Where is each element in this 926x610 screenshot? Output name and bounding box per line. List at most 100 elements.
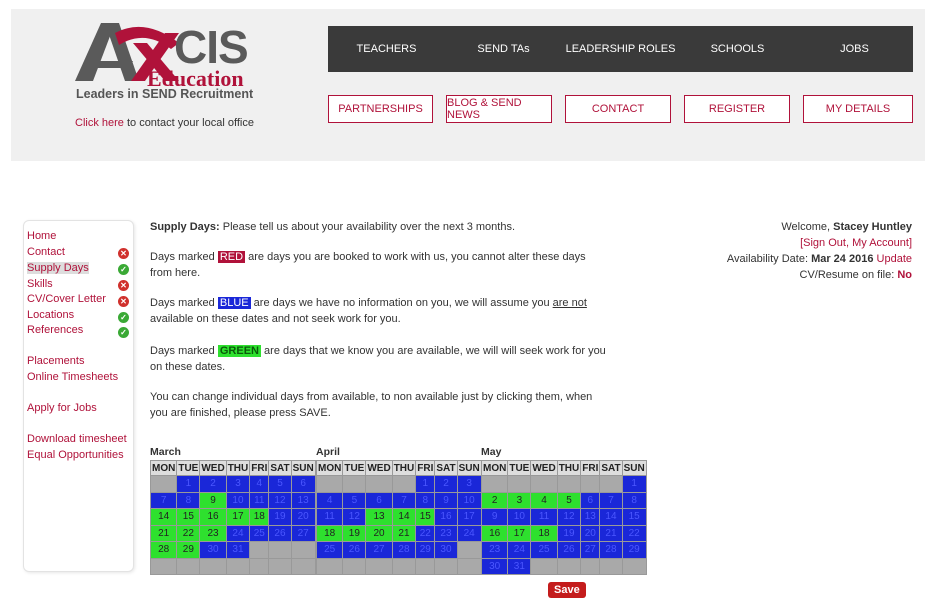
day-cell[interactable]: 25 — [249, 524, 270, 542]
day-cell[interactable]: 4 — [315, 491, 344, 509]
day-cell[interactable]: 27 — [580, 541, 601, 559]
sidebar-item-cv-cover-letter[interactable]: CV/Cover Letter — [27, 293, 106, 305]
day-cell[interactable]: 21 — [599, 524, 623, 542]
day-cell[interactable]: 3 — [456, 475, 482, 493]
day-cell[interactable]: 29 — [176, 541, 201, 559]
day-cell[interactable]: 8 — [621, 491, 647, 509]
day-cell[interactable]: 24 — [507, 541, 532, 559]
day-cell[interactable]: 10 — [456, 491, 482, 509]
day-cell[interactable]: 18 — [315, 524, 344, 542]
sign-out-link[interactable]: Sign Out — [803, 237, 846, 249]
day-cell[interactable]: 26 — [342, 541, 367, 559]
day-cell[interactable]: 22 — [621, 524, 647, 542]
day-cell[interactable]: 9 — [434, 491, 458, 509]
my-details-button[interactable]: MY DETAILS — [803, 95, 913, 123]
day-cell[interactable]: 5 — [268, 475, 292, 493]
day-cell[interactable]: 10 — [225, 491, 251, 509]
day-cell[interactable]: 9 — [199, 491, 227, 509]
day-cell[interactable]: 28 — [391, 541, 417, 559]
day-cell[interactable]: 16 — [199, 508, 227, 526]
day-cell[interactable]: 30 — [199, 541, 227, 559]
day-cell[interactable]: 8 — [415, 491, 436, 509]
sidebar-item-locations[interactable]: Locations — [27, 309, 74, 321]
day-cell[interactable]: 20 — [365, 524, 393, 542]
day-cell[interactable]: 13 — [290, 491, 316, 509]
day-cell[interactable]: 23 — [199, 524, 227, 542]
day-cell[interactable]: 2 — [434, 475, 458, 493]
day-cell[interactable]: 7 — [391, 491, 417, 509]
sidebar-item-supply-days[interactable]: Supply Days — [27, 262, 89, 274]
day-cell[interactable]: 15 — [176, 508, 201, 526]
day-cell[interactable]: 4 — [530, 491, 558, 509]
nav-leadership-roles[interactable]: LEADERSHIP ROLES — [562, 26, 679, 72]
contact-button[interactable]: CONTACT — [565, 95, 671, 123]
day-cell[interactable]: 13 — [580, 508, 601, 526]
day-cell[interactable]: 21 — [149, 524, 178, 542]
day-cell[interactable]: 1 — [415, 475, 436, 493]
day-cell[interactable]: 31 — [507, 557, 532, 575]
day-cell[interactable]: 14 — [599, 508, 623, 526]
day-cell[interactable]: 15 — [415, 508, 436, 526]
day-cell[interactable]: 17 — [456, 508, 482, 526]
day-cell[interactable]: 7 — [149, 491, 178, 509]
day-cell[interactable]: 19 — [268, 508, 292, 526]
day-cell[interactable]: 21 — [391, 524, 417, 542]
sidebar-item-contact[interactable]: Contact — [27, 246, 65, 258]
sidebar-item-references[interactable]: References — [27, 324, 83, 336]
my-account-link[interactable]: My Account — [852, 237, 909, 249]
register-button[interactable]: REGISTER — [684, 95, 790, 123]
day-cell[interactable]: 1 — [176, 475, 201, 493]
day-cell[interactable]: 2 — [480, 491, 509, 509]
day-cell[interactable]: 11 — [530, 508, 558, 526]
sidebar-item-download-timesheet[interactable]: Download timesheet — [27, 433, 127, 445]
day-cell[interactable]: 24 — [456, 524, 482, 542]
day-cell[interactable]: 27 — [365, 541, 393, 559]
day-cell[interactable]: 14 — [391, 508, 417, 526]
day-cell[interactable]: 23 — [434, 524, 458, 542]
day-cell[interactable]: 29 — [415, 541, 436, 559]
day-cell[interactable]: 29 — [621, 541, 647, 559]
day-cell[interactable]: 5 — [342, 491, 367, 509]
day-cell[interactable]: 6 — [580, 491, 601, 509]
sidebar-item-apply-for-jobs[interactable]: Apply for Jobs — [27, 402, 97, 414]
day-cell[interactable]: 17 — [225, 508, 251, 526]
sidebar-item-skills[interactable]: Skills — [27, 278, 53, 290]
day-cell[interactable]: 1 — [621, 475, 647, 493]
day-cell[interactable]: 11 — [249, 491, 270, 509]
day-cell[interactable]: 30 — [480, 557, 509, 575]
day-cell[interactable]: 19 — [556, 524, 582, 542]
day-cell[interactable]: 26 — [268, 524, 292, 542]
sidebar-item-equal-opportunities[interactable]: Equal Opportunities — [27, 449, 124, 461]
day-cell[interactable]: 14 — [149, 508, 178, 526]
day-cell[interactable]: 30 — [434, 541, 458, 559]
day-cell[interactable]: 15 — [621, 508, 647, 526]
day-cell[interactable]: 18 — [249, 508, 270, 526]
day-cell[interactable]: 17 — [507, 524, 532, 542]
day-cell[interactable]: 24 — [225, 524, 251, 542]
day-cell[interactable]: 3 — [507, 491, 532, 509]
day-cell[interactable]: 25 — [530, 541, 558, 559]
day-cell[interactable]: 12 — [268, 491, 292, 509]
day-cell[interactable]: 11 — [315, 508, 344, 526]
day-cell[interactable]: 28 — [599, 541, 623, 559]
day-cell[interactable]: 26 — [556, 541, 582, 559]
day-cell[interactable]: 6 — [365, 491, 393, 509]
day-cell[interactable]: 19 — [342, 524, 367, 542]
day-cell[interactable]: 7 — [599, 491, 623, 509]
sidebar-item-online-timesheets[interactable]: Online Timesheets — [27, 371, 118, 383]
nav-schools[interactable]: SCHOOLS — [679, 26, 796, 72]
day-cell[interactable]: 5 — [556, 491, 582, 509]
day-cell[interactable]: 12 — [342, 508, 367, 526]
day-cell[interactable]: 16 — [434, 508, 458, 526]
day-cell[interactable]: 2 — [199, 475, 227, 493]
day-cell[interactable]: 8 — [176, 491, 201, 509]
day-cell[interactable]: 28 — [149, 541, 178, 559]
blog-send-news-button[interactable]: BLOG & SEND NEWS — [446, 95, 552, 123]
sidebar-item-home[interactable]: Home — [27, 230, 56, 242]
save-button[interactable]: Save — [548, 582, 586, 598]
day-cell[interactable]: 23 — [480, 541, 509, 559]
day-cell[interactable]: 13 — [365, 508, 393, 526]
partnerships-button[interactable]: PARTNERSHIPS — [328, 95, 433, 123]
update-link[interactable]: Update — [877, 253, 912, 265]
day-cell[interactable]: 18 — [530, 524, 558, 542]
